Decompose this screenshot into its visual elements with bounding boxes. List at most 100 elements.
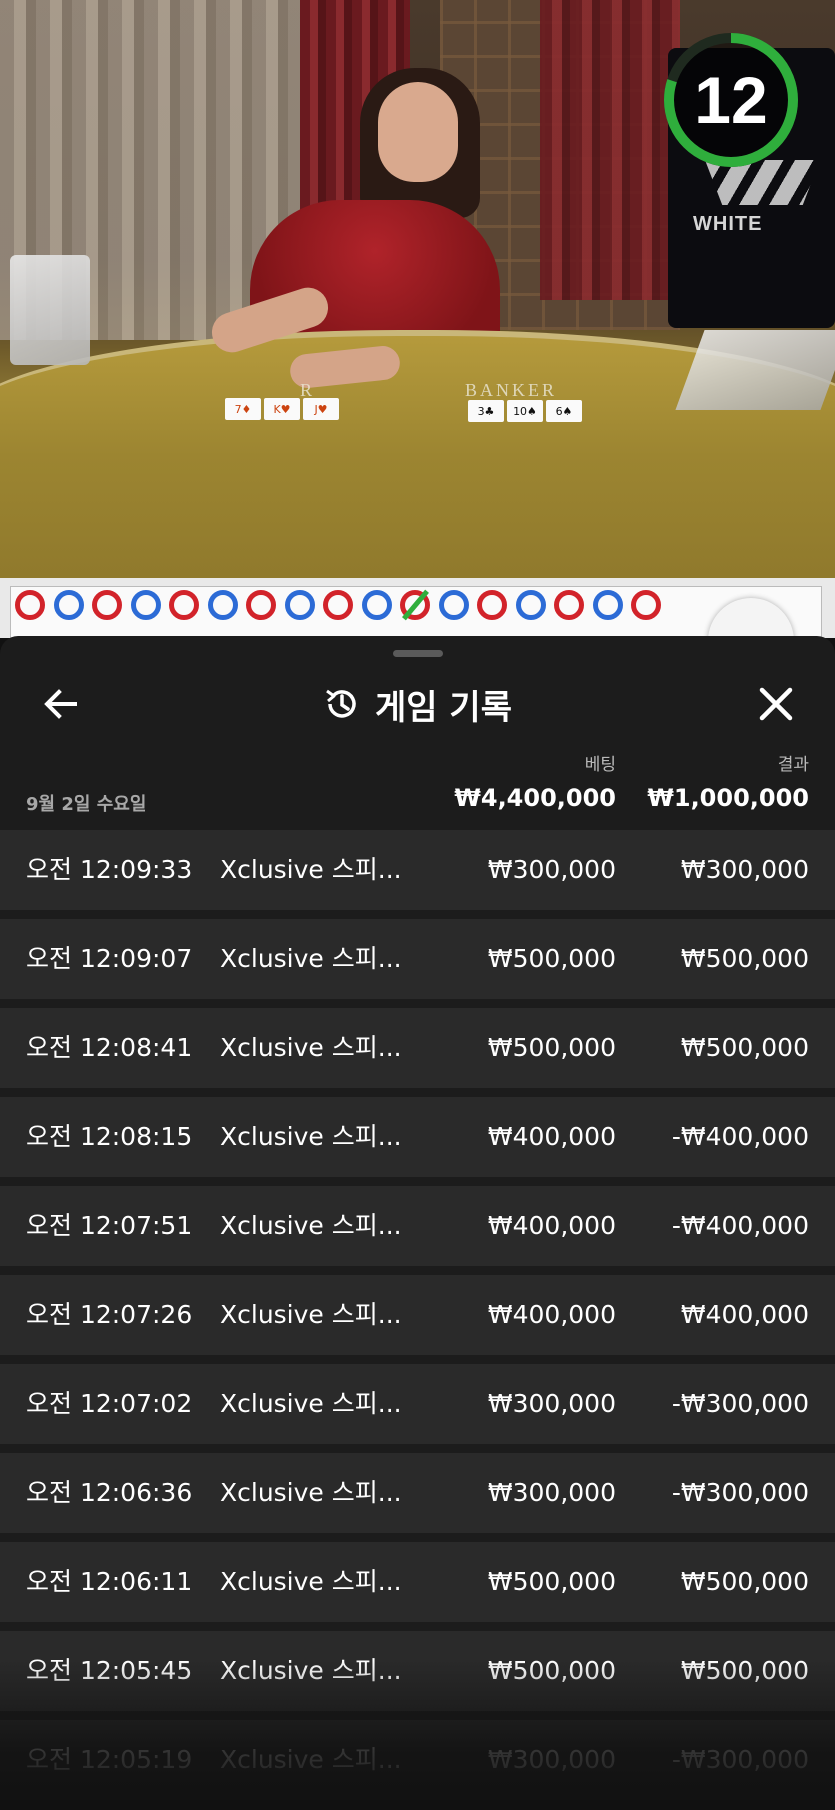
row-game-name: Xclusive 스피... — [220, 944, 402, 973]
bead-banker — [631, 590, 661, 620]
studio-logo-text: WHITE — [693, 213, 763, 235]
row-time: 오전 12:07:51 — [26, 1211, 193, 1240]
close-icon — [759, 687, 793, 721]
discard-tray — [675, 330, 835, 410]
row-game-name: Xclusive 스피... — [220, 1745, 402, 1774]
panel-header: 게임 기록 — [0, 680, 835, 728]
row-result-amount: ₩500,000 — [680, 1567, 809, 1596]
bead-banker — [92, 590, 122, 620]
row-time: 오전 12:06:11 — [26, 1567, 193, 1596]
bead-road-grid — [10, 586, 822, 638]
close-button[interactable] — [752, 680, 800, 728]
row-result-amount: -₩300,000 — [671, 1389, 809, 1418]
history-row[interactable]: 오전 12:07:02 Xclusive 스피... ₩300,000 -₩300,0… — [0, 1364, 835, 1444]
row-bet-amount: ₩300,000 — [487, 1478, 616, 1507]
banker-cards: 3♣ 10♠ 6♠ — [468, 400, 582, 422]
banker-area-label: BANKER — [465, 380, 558, 400]
bead-player — [592, 590, 623, 620]
game-history-panel: 게임 기록 베팅 결과 9월 2일 수요일 ₩4,400,000 ₩1,000,… — [0, 636, 835, 1810]
row-bet-amount: ₩300,000 — [487, 855, 616, 884]
row-result-amount: -₩300,000 — [671, 1745, 809, 1774]
bead-player — [438, 590, 469, 620]
row-game-name: Xclusive 스피... — [220, 1300, 402, 1329]
row-time: 오전 12:05:45 — [26, 1656, 193, 1685]
playing-card: 7♦ — [225, 398, 261, 420]
row-bet-amount: ₩400,000 — [487, 1122, 616, 1151]
row-time: 오전 12:07:02 — [26, 1389, 193, 1418]
player-cards: 7♦ K♥ J♥ — [225, 398, 339, 420]
row-time: 오전 12:09:07 — [26, 944, 193, 973]
row-bet-amount: ₩500,000 — [487, 1656, 616, 1685]
row-result-amount: -₩300,000 — [671, 1478, 809, 1507]
row-game-name: Xclusive 스피... — [220, 1211, 402, 1240]
row-game-name: Xclusive 스피... — [220, 1122, 402, 1151]
row-bet-amount: ₩400,000 — [487, 1300, 616, 1329]
drag-handle[interactable] — [393, 650, 443, 657]
row-game-name: Xclusive 스피... — [220, 1478, 402, 1507]
row-game-name: Xclusive 스피... — [220, 855, 402, 884]
row-result-amount: -₩400,000 — [671, 1211, 809, 1240]
row-time: 오전 12:09:33 — [26, 855, 193, 884]
playing-card: 3♣ — [468, 400, 504, 422]
bead-banker — [15, 590, 45, 620]
bead-banker — [554, 590, 584, 620]
row-result-amount: ₩400,000 — [680, 1300, 809, 1329]
bead-player — [207, 590, 238, 620]
column-header-result: 결과 — [777, 755, 809, 775]
playing-card: J♥ — [303, 398, 339, 420]
row-result-amount: ₩500,000 — [680, 944, 809, 973]
row-result-amount: ₩500,000 — [680, 1656, 809, 1685]
total-result: ₩1,000,000 — [647, 784, 809, 812]
row-result-amount: ₩500,000 — [680, 1033, 809, 1062]
bead-banker — [246, 590, 276, 620]
history-icon — [326, 689, 356, 718]
bead-banker — [169, 590, 199, 620]
bead-banker — [477, 590, 507, 620]
history-row[interactable]: 오전 12:07:51 Xclusive 스피... ₩400,000 -₩400,0… — [0, 1186, 835, 1266]
bead-player — [361, 590, 392, 620]
row-time: 오전 12:07:26 — [26, 1300, 193, 1329]
history-row[interactable]: 오전 12:07:26 Xclusive 스피... ₩400,000 ₩400,00… — [0, 1275, 835, 1355]
row-game-name: Xclusive 스피... — [220, 1656, 402, 1685]
column-header-bet: 베팅 — [584, 755, 616, 775]
card-shoe — [10, 255, 90, 365]
row-bet-amount: ₩300,000 — [487, 1745, 616, 1774]
bead-player — [53, 590, 84, 620]
history-row[interactable]: 오전 12:06:11 Xclusive 스피... ₩500,000 ₩500,00… — [0, 1542, 835, 1622]
date-label: 9월 2일 수요일 — [26, 794, 147, 815]
row-bet-amount: ₩500,000 — [487, 1567, 616, 1596]
row-bet-amount: ₩300,000 — [487, 1389, 616, 1418]
history-row[interactable]: 오전 12:08:15 Xclusive 스피... ₩400,000 -₩400,0… — [0, 1097, 835, 1177]
history-row[interactable]: 오전 12:08:41 Xclusive 스피... ₩500,000 ₩500,00… — [0, 1008, 835, 1088]
row-game-name: Xclusive 스피... — [220, 1033, 402, 1062]
curtain-red-right — [540, 0, 680, 300]
row-time: 오전 12:05:19 — [26, 1745, 193, 1774]
bead-player — [130, 590, 161, 620]
row-result-amount: -₩400,000 — [671, 1122, 809, 1151]
bead-banker — [323, 590, 353, 620]
history-row[interactable]: 오전 12:09:07 Xclusive 스피... ₩500,000 ₩500,00… — [0, 919, 835, 999]
row-bet-amount: ₩500,000 — [487, 1033, 616, 1062]
dealer-face — [378, 82, 458, 182]
playing-card: K♥ — [264, 398, 300, 420]
row-bet-amount: ₩400,000 — [487, 1211, 616, 1240]
row-bet-amount: ₩500,000 — [487, 944, 616, 973]
playing-card: 10♠ — [507, 400, 543, 422]
row-game-name: Xclusive 스피... — [220, 1389, 402, 1418]
history-row[interactable]: 오전 12:06:36 Xclusive 스피... ₩300,000 -₩300,0… — [0, 1453, 835, 1533]
total-bet: ₩4,400,000 — [454, 784, 616, 812]
row-result-amount: ₩300,000 — [680, 855, 809, 884]
history-list: 오전 12:09:33 Xclusive 스피... ₩300,000 ₩300,00… — [0, 830, 835, 1809]
history-row[interactable]: 오전 12:09:33 Xclusive 스피... ₩300,000 ₩300,00… — [0, 830, 835, 910]
countdown-timer-value: 12 — [694, 63, 768, 137]
panel-title: 게임 기록 — [375, 687, 512, 728]
row-game-name: Xclusive 스피... — [220, 1567, 402, 1596]
playing-card: 6♠ — [546, 400, 582, 422]
row-time: 오전 12:08:15 — [26, 1122, 193, 1151]
bead-player — [284, 590, 315, 620]
history-row[interactable]: 오전 12:05:19 Xclusive 스피... ₩300,000 -₩300,0… — [0, 1720, 835, 1800]
history-row[interactable]: 오전 12:05:45 Xclusive 스피... ₩500,000 ₩500,00… — [0, 1631, 835, 1711]
row-time: 오전 12:08:41 — [26, 1033, 193, 1062]
row-time: 오전 12:06:36 — [26, 1478, 193, 1507]
bead-player — [515, 590, 546, 620]
